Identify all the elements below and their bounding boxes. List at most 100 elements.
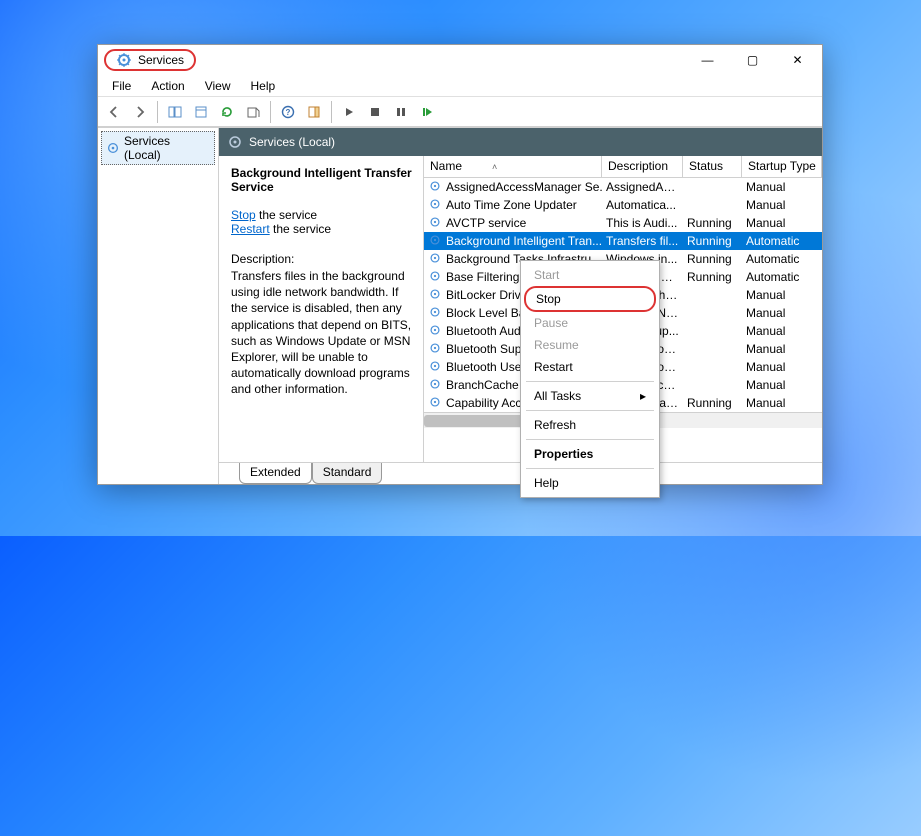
separator bbox=[331, 101, 332, 123]
service-icon bbox=[428, 269, 444, 285]
service-status: Running bbox=[683, 270, 742, 284]
separator bbox=[526, 439, 654, 440]
menu-view[interactable]: View bbox=[197, 77, 239, 95]
column-header-status[interactable]: Status bbox=[683, 156, 742, 177]
services-app-icon bbox=[116, 52, 132, 68]
service-startup: Manual bbox=[742, 198, 822, 212]
service-startup: Manual bbox=[742, 396, 822, 410]
service-icon bbox=[428, 197, 444, 213]
service-name: Background Intelligent Tran... bbox=[446, 234, 602, 248]
restart-service-button[interactable] bbox=[415, 100, 439, 124]
svg-text:?: ? bbox=[286, 108, 291, 117]
context-resume: Resume bbox=[524, 334, 656, 356]
submenu-arrow-icon: ▸ bbox=[640, 389, 646, 403]
back-button[interactable] bbox=[102, 100, 126, 124]
restart-service-link[interactable]: Restart bbox=[231, 222, 270, 236]
service-status: Running bbox=[683, 396, 742, 410]
menu-action[interactable]: Action bbox=[143, 77, 192, 95]
service-icon bbox=[428, 233, 444, 249]
service-startup: Manual bbox=[742, 360, 822, 374]
column-header-startup[interactable]: Startup Type bbox=[742, 156, 822, 177]
context-all-tasks[interactable]: All Tasks▸ bbox=[524, 385, 656, 407]
service-row[interactable]: AVCTP serviceThis is Audi...RunningManua… bbox=[424, 214, 822, 232]
service-icon bbox=[428, 323, 444, 339]
service-startup: Manual bbox=[742, 216, 822, 230]
tree-item-label: Services (Local) bbox=[124, 134, 210, 162]
tree-item-services-local[interactable]: Services (Local) bbox=[101, 131, 215, 165]
minimize-button[interactable]: — bbox=[685, 46, 730, 74]
refresh-button[interactable] bbox=[215, 100, 239, 124]
service-startup: Manual bbox=[742, 324, 822, 338]
context-help[interactable]: Help bbox=[524, 472, 656, 494]
service-status: Running bbox=[683, 234, 742, 248]
tab-extended[interactable]: Extended bbox=[239, 463, 312, 484]
toolbar: ? bbox=[98, 97, 822, 127]
separator bbox=[526, 410, 654, 411]
services-icon bbox=[106, 141, 120, 155]
start-service-button[interactable] bbox=[337, 100, 361, 124]
service-name: AVCTP service bbox=[446, 216, 526, 230]
content-header: Services (Local) bbox=[219, 128, 822, 156]
service-icon bbox=[428, 377, 444, 393]
maximize-button[interactable]: ▢ bbox=[730, 46, 775, 74]
service-icon bbox=[428, 287, 444, 303]
context-properties[interactable]: Properties bbox=[524, 443, 656, 465]
service-name: AssignedAccessManager Se... bbox=[446, 180, 602, 194]
context-refresh[interactable]: Refresh bbox=[524, 414, 656, 436]
pause-service-button[interactable] bbox=[389, 100, 413, 124]
service-row[interactable]: Background Intelligent Tran...Transfers … bbox=[424, 232, 822, 250]
context-menu: Start Stop Pause Resume Restart All Task… bbox=[520, 260, 660, 498]
properties-button[interactable] bbox=[189, 100, 213, 124]
help-button[interactable]: ? bbox=[276, 100, 300, 124]
service-icon bbox=[428, 341, 444, 357]
column-header-name[interactable]: Name ˄ bbox=[424, 156, 602, 177]
tab-standard[interactable]: Standard bbox=[312, 463, 383, 484]
service-row[interactable]: Auto Time Zone Updater Automatica... Manua… bbox=[424, 196, 822, 214]
service-row[interactable]: AssignedAccessManager Se...AssignedAc...… bbox=[424, 178, 822, 196]
content-header-title: Services (Local) bbox=[249, 135, 335, 149]
service-description: Transfers fil... bbox=[602, 234, 683, 248]
context-start: Start bbox=[524, 264, 656, 286]
service-startup: Manual bbox=[742, 342, 822, 356]
separator bbox=[526, 381, 654, 382]
context-restart[interactable]: Restart bbox=[524, 356, 656, 378]
tree-pane: Services (Local) bbox=[98, 128, 219, 484]
separator bbox=[270, 101, 271, 123]
restart-suffix: the service bbox=[270, 222, 331, 236]
action-pane-button[interactable] bbox=[302, 100, 326, 124]
close-button[interactable]: ✕ bbox=[775, 46, 820, 74]
forward-button[interactable] bbox=[128, 100, 152, 124]
separator bbox=[157, 101, 158, 123]
column-header-description[interactable]: Description bbox=[602, 156, 683, 177]
body: Services (Local) Services (Local) Backgr… bbox=[98, 127, 822, 484]
service-startup: Manual bbox=[742, 306, 822, 320]
description-text: Transfers files in the background using … bbox=[231, 268, 413, 398]
service-name: Auto Time Zone Updater bbox=[446, 198, 577, 212]
export-list-button[interactable] bbox=[241, 100, 265, 124]
stop-service-button[interactable] bbox=[363, 100, 387, 124]
separator bbox=[526, 468, 654, 469]
stop-service-link[interactable]: Stop bbox=[231, 208, 256, 222]
service-name: BranchCache bbox=[446, 378, 519, 392]
stop-suffix: the service bbox=[256, 208, 317, 222]
service-startup: Manual bbox=[742, 288, 822, 302]
service-description: Automatica... bbox=[602, 198, 683, 212]
services-window: Services — ▢ ✕ File Action View Help ? bbox=[97, 44, 823, 485]
service-description: AssignedAc... bbox=[602, 180, 683, 194]
show-hide-tree-button[interactable] bbox=[163, 100, 187, 124]
caption-buttons: — ▢ ✕ bbox=[685, 46, 820, 74]
service-icon bbox=[428, 215, 444, 231]
service-actions: Stop the service Restart the service bbox=[231, 208, 413, 236]
service-icon bbox=[428, 305, 444, 321]
menu-file[interactable]: File bbox=[104, 77, 139, 95]
service-startup: Automatic bbox=[742, 252, 822, 266]
service-icon bbox=[428, 179, 444, 195]
service-status: Running bbox=[683, 252, 742, 266]
service-startup: Manual bbox=[742, 180, 822, 194]
service-startup: Automatic bbox=[742, 270, 822, 284]
description-label: Description: bbox=[231, 252, 413, 266]
menu-help[interactable]: Help bbox=[243, 77, 284, 95]
context-stop[interactable]: Stop bbox=[524, 286, 656, 312]
service-description: This is Audi... bbox=[602, 216, 683, 230]
detail-pane: Background Intelligent Transfer Service … bbox=[219, 156, 424, 462]
